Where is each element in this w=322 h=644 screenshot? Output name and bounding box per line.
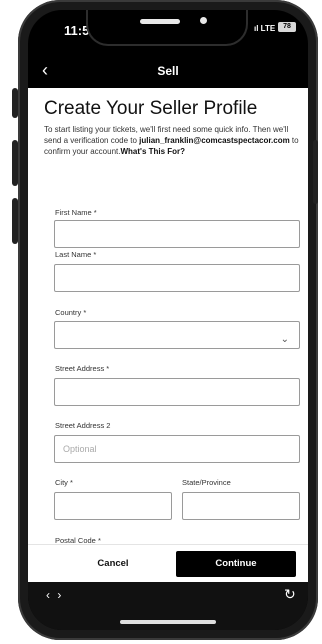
- email-address: julian_franklin@comcastspectacor.com: [139, 136, 290, 145]
- cancel-button[interactable]: Cancel: [68, 551, 158, 577]
- state-label: State/Province: [182, 478, 231, 487]
- chevron-down-icon: ⌄: [280, 334, 289, 345]
- street-address-field[interactable]: [54, 378, 300, 406]
- nav-bar: ‹ Sell: [28, 54, 308, 88]
- nav-title: Sell: [157, 64, 179, 78]
- speaker-icon: [140, 19, 180, 24]
- screen: 11:52 ıl LTE 78 ‹ Sell Create Your Selle…: [28, 10, 308, 630]
- city-field[interactable]: [54, 492, 172, 520]
- form-description: To start listing your tickets, we'll fir…: [44, 124, 302, 157]
- whats-this-for-link[interactable]: What's This For?: [120, 147, 185, 156]
- country-label: Country *: [55, 308, 87, 317]
- first-name-field[interactable]: [54, 220, 300, 248]
- seller-profile-form: Create Your Seller Profile To start list…: [28, 88, 308, 544]
- last-name-label: Last Name *: [55, 250, 97, 259]
- power-button: [313, 140, 318, 204]
- city-label: City *: [55, 478, 73, 487]
- page-title: Create Your Seller Profile: [44, 98, 258, 119]
- back-forward-icon[interactable]: ‹ ›: [46, 588, 63, 602]
- browser-toolbar: ‹ › ↻: [28, 582, 308, 630]
- continue-button[interactable]: Continue: [176, 551, 296, 577]
- street-address-label: Street Address *: [55, 364, 110, 373]
- first-name-label: First Name *: [55, 208, 97, 217]
- phone-frame: 11:52 ıl LTE 78 ‹ Sell Create Your Selle…: [18, 0, 318, 640]
- street-address-2-label: Street Address 2: [55, 421, 111, 430]
- country-select[interactable]: ⌄: [54, 321, 300, 349]
- camera-icon: [200, 17, 207, 24]
- state-field[interactable]: [182, 492, 300, 520]
- signal-icon: ıl LTE: [254, 24, 276, 33]
- postal-code-label: Postal Code *: [55, 536, 101, 544]
- last-name-field[interactable]: [54, 264, 300, 292]
- notch: [86, 10, 248, 46]
- street-address-2-field[interactable]: Optional: [54, 435, 300, 463]
- reload-icon[interactable]: ↻: [284, 586, 296, 603]
- home-indicator: [120, 620, 216, 624]
- action-bar: Cancel Continue: [28, 544, 308, 583]
- status-bar: 11:52 ıl LTE 78: [28, 10, 308, 54]
- battery-icon: 78: [278, 22, 296, 32]
